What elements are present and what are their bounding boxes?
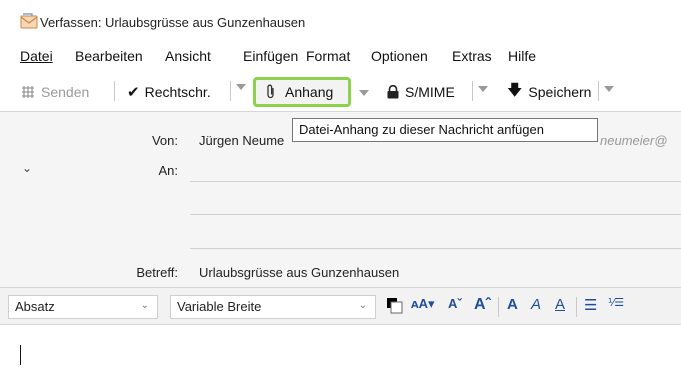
toolbar-separator: [472, 81, 473, 101]
save-arrow-icon: 🡇: [507, 81, 523, 99]
recipient-row-2[interactable]: [190, 214, 681, 215]
attach-dropdown-icon[interactable]: [359, 90, 369, 96]
save-dropdown-icon[interactable]: [604, 86, 614, 92]
attach-button[interactable]: Anhang: [265, 80, 333, 104]
format-toolbar: Absatz ⌄ Variable Breite ⌄ ᴀA▾ Aˇ Aˆ A A…: [0, 287, 681, 325]
send-button[interactable]: Senden: [20, 80, 89, 104]
font-select[interactable]: Variable Breite ⌄: [170, 295, 376, 319]
to-label: An:: [158, 163, 178, 178]
from-label: Von:: [151, 133, 178, 148]
subject-field[interactable]: Urlaubsgrüsse aus Gunzenhausen: [199, 265, 399, 280]
recipient-row-3[interactable]: [190, 248, 681, 249]
toolbar-separator: [498, 297, 499, 317]
italic-icon[interactable]: A: [531, 296, 541, 313]
text-color-icon[interactable]: [385, 296, 405, 316]
menu-bearbeiten[interactable]: Bearbeiten: [75, 48, 143, 64]
menu-optionen[interactable]: Optionen: [371, 48, 428, 64]
toolbar-separator: [598, 81, 599, 101]
bullet-list-icon[interactable]: ☰: [584, 296, 597, 314]
chevron-down-icon: ⌄: [140, 300, 149, 311]
smime-dropdown-icon[interactable]: [478, 86, 488, 92]
toolbar-separator: [230, 81, 231, 101]
subject-label: Betreff:: [136, 265, 178, 280]
chevron-down-icon: ⌄: [358, 300, 367, 311]
save-button[interactable]: 🡇 Speichern: [507, 80, 591, 104]
paragraph-style-select[interactable]: Absatz ⌄: [8, 295, 158, 319]
font-size-menu-icon[interactable]: ᴀA▾: [411, 296, 435, 312]
window-title: Verfassen: Urlaubsgrüsse aus Gunzenhause…: [40, 15, 306, 30]
send-icon: [22, 86, 34, 98]
toolbar-separator: [576, 297, 577, 317]
title-bar: Verfassen: Urlaubsgrüsse aus Gunzenhause…: [0, 0, 681, 42]
menu-format[interactable]: Format: [306, 48, 350, 64]
text-cursor: [20, 345, 21, 365]
checkmark-icon: ✔: [127, 84, 140, 101]
spellcheck-button[interactable]: ✔ Rechtschr.: [127, 80, 211, 104]
menu-ansicht[interactable]: Ansicht: [165, 48, 211, 64]
bold-icon[interactable]: A: [507, 296, 518, 313]
smime-button[interactable]: S/MIME: [386, 80, 455, 104]
toolbar-separator: [114, 81, 115, 101]
lock-icon: [387, 85, 399, 99]
recipient-type-chevron-icon[interactable]: ⌄: [22, 161, 32, 175]
message-body-editor[interactable]: [0, 325, 681, 377]
menu-einfuegen[interactable]: Einfügen: [243, 48, 298, 64]
menu-extras[interactable]: Extras: [452, 48, 492, 64]
menu-bar: Datei Bearbeiten Ansicht Einfügen Format…: [0, 42, 681, 72]
from-field[interactable]: Jürgen Neume: [199, 133, 284, 148]
to-field-underline: [190, 181, 681, 182]
menu-hilfe[interactable]: Hilfe: [508, 48, 536, 64]
from-email-tail: neumeier@: [600, 133, 668, 148]
spellcheck-dropdown-icon[interactable]: [236, 84, 246, 90]
paperclip-icon: [267, 84, 274, 99]
numbered-list-icon[interactable]: ⅟☰: [608, 296, 624, 309]
compose-window-icon: [20, 13, 38, 29]
attach-tooltip: Datei-Anhang zu dieser Nachricht anfügen: [292, 118, 598, 142]
increase-font-icon[interactable]: Aˆ: [474, 296, 491, 314]
underline-icon[interactable]: A: [555, 296, 565, 313]
menu-datei[interactable]: Datei: [20, 48, 53, 64]
decrease-font-icon[interactable]: Aˇ: [448, 296, 462, 311]
